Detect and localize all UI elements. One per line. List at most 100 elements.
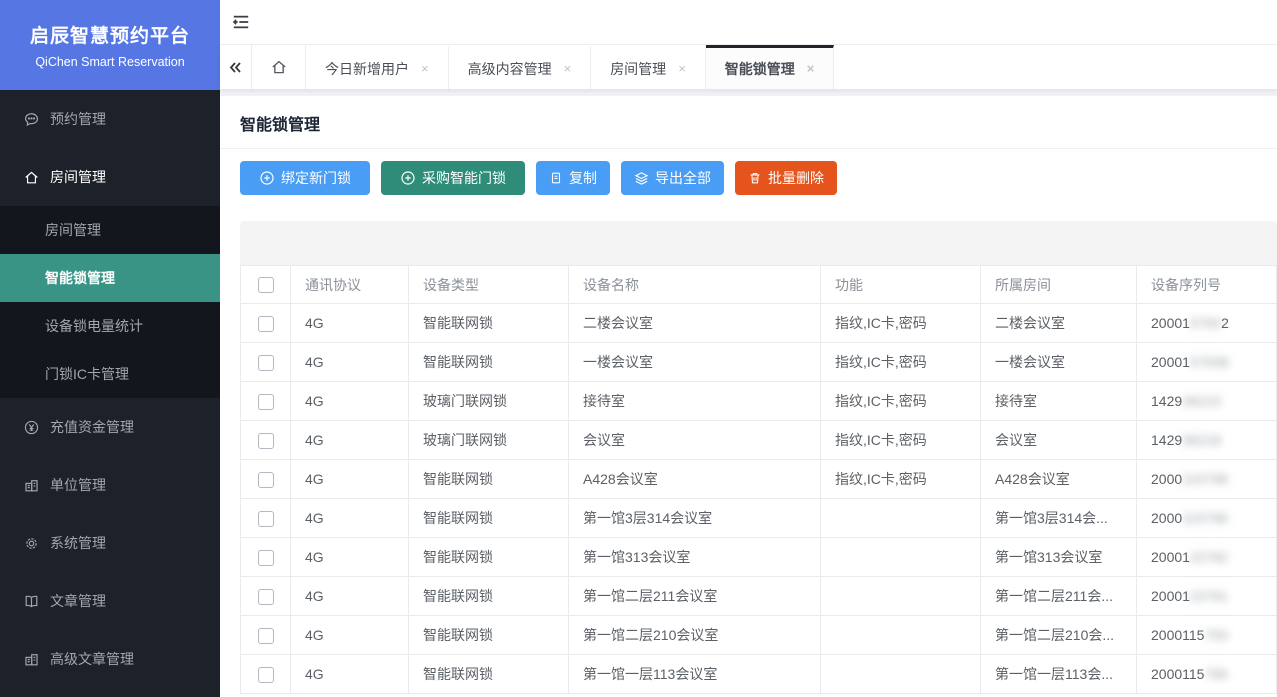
tabs-scroll-left-button[interactable] <box>220 45 252 89</box>
page-title: 智能锁管理 <box>240 117 321 134</box>
device-name-cell: A428会议室 <box>568 459 821 499</box>
device-type-cell: 智能联网锁 <box>408 537 569 577</box>
row-checkbox[interactable] <box>257 471 274 488</box>
protocol-cell: 4G <box>290 459 409 499</box>
serial-prefix: 20001 <box>1151 315 1190 331</box>
sidebar-item-5[interactable]: 文章管理 <box>0 572 220 630</box>
sidebar-item-4[interactable]: 系统管理 <box>0 514 220 572</box>
protocol-cell: 4G <box>290 420 409 460</box>
row-checkbox[interactable] <box>257 510 274 527</box>
export-all-button[interactable]: 导出全部 <box>621 161 724 195</box>
serial-number-cell: 2000115795 <box>1136 654 1277 694</box>
copy-icon <box>549 171 563 185</box>
device-type-cell: 智能联网锁 <box>408 576 569 616</box>
serial-redacted-segment: 06215 <box>1182 393 1222 409</box>
chat-icon <box>23 111 40 128</box>
copy-button[interactable]: 复制 <box>536 161 610 195</box>
device-type-cell: 智能联网锁 <box>408 342 569 382</box>
serial-number-cell: 2000115791 <box>1136 576 1277 616</box>
serial-redacted-segment: 57938 <box>1189 354 1229 370</box>
select-all-checkbox[interactable] <box>257 277 274 294</box>
brand-header: 启辰智慧预约平台 QiChen Smart Reservation <box>0 0 220 90</box>
tab-bar: 今日新增用户 × 高级内容管理 × 房间管理 × 智能锁管理 × <box>220 45 1277 89</box>
gear-icon <box>23 535 40 552</box>
serial-prefix: 1429 <box>1151 393 1183 409</box>
device-type-cell: 玻璃门联网锁 <box>408 381 569 421</box>
purchase-smart-lock-button[interactable]: 采购智能门锁 <box>381 161 525 195</box>
column-header-3: 功能 <box>820 265 981 304</box>
tab-close-icon[interactable]: × <box>421 62 429 75</box>
layers-icon <box>634 171 649 186</box>
table-row: 4G 智能联网锁 第一馆一层113会议室 第一馆一层113会... 2000115795 <box>240 654 1277 694</box>
functions-cell: 指纹,IC卡,密码 <box>820 381 981 421</box>
functions-cell: 指纹,IC卡,密码 <box>820 420 981 460</box>
app-title: 启辰智慧预约平台 <box>29 26 190 47</box>
serial-redacted-segment: 793 <box>1204 627 1228 643</box>
row-checkbox[interactable] <box>257 549 274 566</box>
row-checkbox[interactable] <box>257 315 274 332</box>
sidebar-item-0[interactable]: 预约管理 <box>0 90 220 148</box>
row-checkbox[interactable] <box>257 432 274 449</box>
button-label: 绑定新门锁 <box>281 170 351 186</box>
sidebar-submenu: 房间管理 智能锁管理设备锁电量统计 门锁IC卡管理 <box>0 206 220 398</box>
room-cell: 第一馆二层210会... <box>980 615 1137 655</box>
table-row: 4G 智能联网锁 第一馆3层314会议室 第一馆3层314会... 2000115796 <box>240 498 1277 538</box>
sidebar-item-label: 文章管理 <box>50 593 106 609</box>
row-checkbox[interactable] <box>257 393 274 410</box>
sidebar-subitem-label: 门锁IC卡管理 <box>45 366 129 382</box>
sidebar-subitem-1-1[interactable]: 智能锁管理 <box>0 254 220 302</box>
home-icon <box>23 169 40 186</box>
row-checkbox[interactable] <box>257 666 274 683</box>
device-type-cell: 玻璃门联网锁 <box>408 420 569 460</box>
serial-redacted-segment: 15791 <box>1188 588 1228 604</box>
collapse-sidebar-icon[interactable] <box>231 12 251 32</box>
sidebar-subitem-1-3[interactable]: 门锁IC卡管理 <box>0 350 220 398</box>
functions-cell <box>820 654 981 694</box>
tab-close-icon[interactable]: × <box>807 62 815 75</box>
tab-0[interactable]: 今日新增用户 × <box>306 45 449 89</box>
device-name-cell: 第一馆二层211会议室 <box>568 576 821 616</box>
sidebar-subitem-1-2[interactable]: 设备锁电量统计 <box>0 302 220 350</box>
sidebar-item-2[interactable]: 充值资金管理 <box>0 398 220 456</box>
button-label: 复制 <box>569 170 597 186</box>
serial-redacted-segment: 06218 <box>1182 432 1222 448</box>
top-bar <box>220 0 1277 45</box>
sidebar-item-label: 预约管理 <box>50 111 106 127</box>
batch-delete-button[interactable]: 批量删除 <box>735 161 837 195</box>
tab-2[interactable]: 房间管理 × <box>591 45 706 89</box>
home-tab[interactable] <box>252 45 306 89</box>
serial-number-cell: 2000157932 <box>1136 303 1277 343</box>
tab-1[interactable]: 高级内容管理 × <box>449 45 592 89</box>
tab-label: 今日新增用户 <box>325 60 409 77</box>
page-background-gap <box>220 89 1277 96</box>
table-row: 4G 智能联网锁 A428会议室 指纹,IC卡,密码 A428会议室 2000115798 <box>240 459 1277 499</box>
row-checkbox[interactable] <box>257 627 274 644</box>
bind-new-lock-button[interactable]: 绑定新门锁 <box>240 161 370 195</box>
tab-label: 高级内容管理 <box>467 60 552 77</box>
serial-prefix: 20001 <box>1151 354 1190 370</box>
device-type-cell: 智能联网锁 <box>408 654 569 694</box>
sidebar-item-1[interactable]: 房间管理 <box>0 148 220 206</box>
row-checkbox[interactable] <box>257 588 274 605</box>
device-type-cell: 智能联网锁 <box>408 615 569 655</box>
row-checkbox-cell <box>240 420 291 460</box>
tab-close-icon[interactable]: × <box>564 62 572 75</box>
sidebar-item-3[interactable]: 单位管理 <box>0 456 220 514</box>
tab-3[interactable]: 智能锁管理 × <box>705 45 835 89</box>
serial-redacted-segment: 15792 <box>1188 549 1228 565</box>
sidebar-item-label: 充值资金管理 <box>50 419 134 435</box>
button-label: 导出全部 <box>655 170 711 186</box>
sidebar-subitem-label: 设备锁电量统计 <box>45 318 143 334</box>
protocol-cell: 4G <box>290 576 409 616</box>
device-name-cell: 第一馆一层113会议室 <box>568 654 821 694</box>
table-header-row: 通讯协议 设备类型 设备名称 功能 所属房间 设备序列号 <box>240 265 1277 304</box>
row-checkbox[interactable] <box>257 354 274 371</box>
title-divider <box>220 148 1277 149</box>
serial-prefix: 2000115 <box>1151 666 1205 682</box>
sidebar-item-6[interactable]: 高级文章管理 <box>0 630 220 688</box>
sidebar-subitem-1-0[interactable]: 房间管理 <box>0 206 220 254</box>
serial-prefix: 20001 <box>1151 549 1189 565</box>
functions-cell <box>820 615 981 655</box>
row-checkbox-cell <box>240 459 291 499</box>
tab-close-icon[interactable]: × <box>678 62 686 75</box>
